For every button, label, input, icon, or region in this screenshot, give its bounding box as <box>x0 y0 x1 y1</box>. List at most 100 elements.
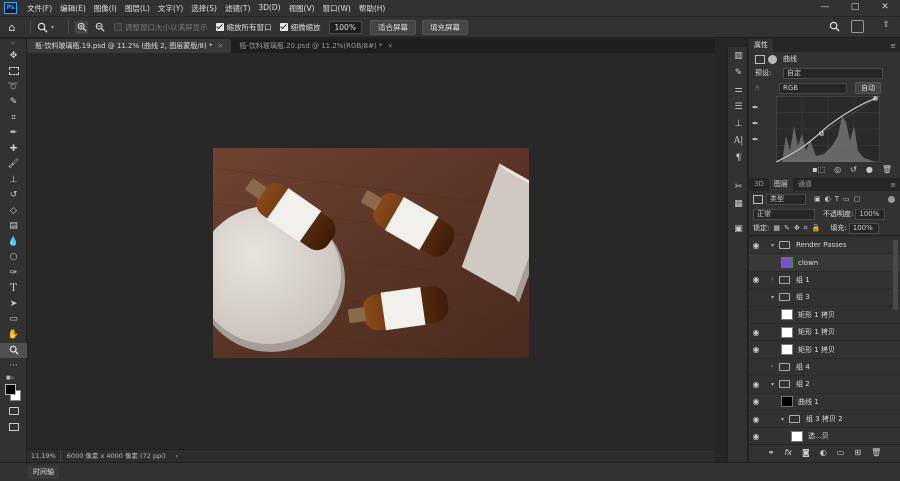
menu-item[interactable]: 编辑(E) <box>56 3 90 14</box>
move-tool-icon[interactable]: ✥ <box>0 48 27 64</box>
curves-graph[interactable] <box>776 96 880 162</box>
workspace-icon[interactable] <box>851 20 864 33</box>
zoom-tool-icon[interactable] <box>0 342 27 358</box>
visibility-icon[interactable]: ◉ <box>749 345 763 354</box>
zoom-tool-preset[interactable]: ▾ <box>37 22 54 33</box>
visibility-icon[interactable]: ● <box>866 165 873 174</box>
filter-kind-select[interactable]: 类型 <box>766 193 806 205</box>
fit-screen-button[interactable]: 适合屏幕 <box>369 19 416 35</box>
mask-icon[interactable] <box>768 54 777 64</box>
shape-tool-icon[interactable]: ▭ <box>0 312 27 328</box>
tab-layers[interactable]: 图层 <box>768 178 793 191</box>
chevron-down-icon[interactable]: ▾ <box>771 294 779 301</box>
status-zoom[interactable]: 11.19% <box>27 450 60 462</box>
menu-item[interactable]: 图像(I) <box>90 3 121 14</box>
quick-mask-icon[interactable] <box>0 404 27 420</box>
gray-point-eyedropper-icon[interactable]: ✒ <box>752 116 764 132</box>
menu-item[interactable]: 选择(S) <box>187 3 221 14</box>
maximize-button[interactable]: □ <box>840 0 870 16</box>
new-layer-icon[interactable]: ⊞ <box>854 448 861 457</box>
brush-tool-icon[interactable]: 🖌 <box>0 157 27 173</box>
fill-field[interactable]: 100% <box>848 222 879 234</box>
hand-tool-icon[interactable]: ✋ <box>0 327 27 343</box>
tools-presets-icon[interactable]: ✂ <box>728 178 749 195</box>
history-brush-icon[interactable]: ↺ <box>0 188 27 204</box>
properties-icon[interactable]: ☰ <box>728 98 749 115</box>
menu-item[interactable]: 文字(Y) <box>154 3 187 14</box>
glyphs-icon[interactable]: A| <box>728 132 749 149</box>
layers-scrollbar[interactable] <box>893 240 898 310</box>
layer-row[interactable]: clown <box>749 253 900 271</box>
zoom-percent-field[interactable]: 100% <box>328 20 362 34</box>
black-point-eyedropper-icon[interactable]: ✒ <box>752 100 764 116</box>
eraser-icon[interactable]: ◇ <box>0 203 27 219</box>
delete-icon[interactable]: 🗑 <box>882 165 892 174</box>
healing-brush-icon[interactable]: ✚ <box>0 141 27 157</box>
color-swatches[interactable] <box>0 382 26 404</box>
curves-adjustment-icon[interactable] <box>755 54 765 64</box>
adjustments-icon[interactable]: ⚌ <box>728 81 749 98</box>
menu-item[interactable]: 3D(D) <box>254 3 284 14</box>
clone-stamp-icon[interactable]: ⊥ <box>0 172 27 188</box>
close-tab-icon[interactable]: × <box>217 42 223 50</box>
fill-screen-button[interactable]: 填充屏幕 <box>421 19 468 35</box>
visibility-icon[interactable]: ◉ <box>749 275 763 284</box>
lasso-tool-icon[interactable]: ➰ <box>0 79 27 95</box>
history-icon[interactable]: ▥ <box>728 47 749 64</box>
target-adjust-icon[interactable]: ☝ <box>755 84 769 92</box>
chevron-down-icon[interactable]: ▾ <box>771 242 779 249</box>
type-tool-icon[interactable]: T <box>0 281 27 297</box>
reset-icon[interactable]: ↺ <box>850 165 857 174</box>
quick-select-icon[interactable]: ✎ <box>0 95 27 111</box>
link-layers-icon[interactable]: ⚭ <box>768 448 775 457</box>
resize-windows-checkbox[interactable]: 调整窗口大小以满屏显示 <box>114 22 208 33</box>
panel-menu-icon[interactable]: ≡ <box>890 181 896 189</box>
panel-menu-icon[interactable]: ≡ <box>890 42 896 50</box>
pen-tool-icon[interactable]: ✑ <box>0 265 27 281</box>
white-point-eyedropper-icon[interactable]: ✒ <box>752 132 764 148</box>
menu-item[interactable]: 窗口(W) <box>319 3 355 14</box>
add-mask-icon[interactable]: ◙ <box>802 448 810 457</box>
chevron-right-icon[interactable]: › <box>771 276 779 283</box>
foreground-color[interactable] <box>5 383 16 395</box>
filter-type-icons[interactable]: ▣◐T▭▢ <box>814 195 864 203</box>
preset-select[interactable]: 自定 <box>783 67 883 79</box>
tab-timeline[interactable]: 时间轴 <box>28 466 59 479</box>
chevron-right-icon[interactable]: › <box>771 363 779 370</box>
visibility-icon[interactable]: ◉ <box>749 415 763 424</box>
view-previous-icon[interactable]: ◎ <box>834 165 841 174</box>
channel-select[interactable]: RGB <box>779 82 847 94</box>
more-tools-icon[interactable]: ··· <box>0 358 27 374</box>
tab-document-19[interactable]: 瓶-饮料玻璃瓶.19.psd @ 11.2% (曲线 2, 图层蒙版/8) * × <box>27 39 232 53</box>
new-adjustment-icon[interactable]: ◐ <box>820 448 827 457</box>
layer-style-icon[interactable]: fx <box>784 448 792 457</box>
visibility-icon[interactable]: ◉ <box>749 380 763 389</box>
collapse-icon[interactable]: » <box>0 39 26 48</box>
brush-settings-icon[interactable]: ✎ <box>728 64 749 81</box>
menu-item[interactable]: 图层(L) <box>121 3 154 14</box>
default-colors-icon[interactable]: ■▫ <box>0 374 26 382</box>
dodge-tool-icon[interactable]: ○ <box>0 250 27 266</box>
libraries-icon[interactable]: ▦ <box>728 195 749 212</box>
menu-item[interactable]: 文件(F) <box>23 3 56 14</box>
menu-item[interactable]: 视图(V) <box>285 3 319 14</box>
auto-button[interactable]: 自动 <box>855 82 881 94</box>
navigator-icon[interactable]: ▣ <box>728 220 749 237</box>
lock-icons[interactable]: ▦✎✥⌗🔒 <box>773 224 824 233</box>
tab-document-20[interactable]: 瓶-饮料玻璃瓶.20.psd @ 11.2%(RGB/8#) * × <box>231 39 401 53</box>
search-icon[interactable] <box>829 21 840 35</box>
layer-row[interactable]: ◉ ▾ 组 3 拷贝 2 <box>749 409 900 427</box>
layer-row[interactable]: ◉ ▾ Render Passes <box>749 236 900 253</box>
zoom-in-icon[interactable] <box>75 20 89 34</box>
visibility-icon[interactable]: ◉ <box>749 241 763 250</box>
clip-to-layer-icon[interactable]: ▪⬚ <box>812 165 825 174</box>
tab-channels[interactable]: 通道 <box>793 178 817 191</box>
photoshop-logo[interactable]: Ps <box>4 2 17 14</box>
menu-item[interactable]: 帮助(H) <box>355 3 390 14</box>
filter-toggle-icon[interactable] <box>888 195 895 203</box>
minimize-button[interactable]: — <box>810 0 840 16</box>
opacity-field[interactable]: 100% <box>855 208 886 220</box>
marquee-tool-icon[interactable] <box>0 64 27 80</box>
chevron-down-icon[interactable]: ▾ <box>781 416 789 423</box>
layer-row[interactable]: ◉ 矩形 1 拷贝 <box>749 340 900 357</box>
